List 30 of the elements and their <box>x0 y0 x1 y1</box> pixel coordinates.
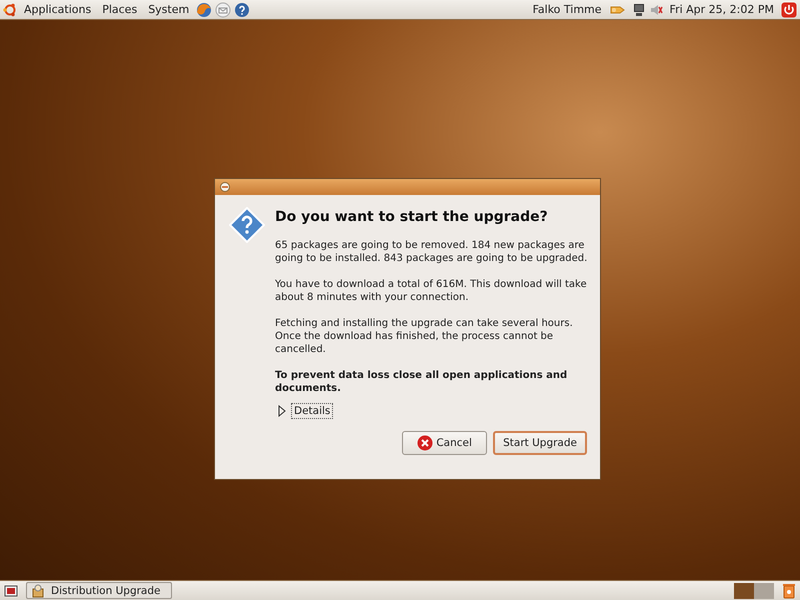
help-icon[interactable] <box>234 2 250 18</box>
collapsed-triangle-icon[interactable] <box>277 405 287 417</box>
menu-item[interactable]: Applications <box>20 3 96 16</box>
dialog-button[interactable]: Cancel <box>402 431 488 455</box>
app-icon <box>219 181 231 193</box>
menu-item[interactable]: System <box>144 3 194 16</box>
question-icon <box>229 207 265 243</box>
user-name[interactable]: Falko Timme <box>528 3 606 16</box>
globe-icon[interactable] <box>196 2 212 18</box>
message-text: You have to download a total of 616M. This download will take about 8 minutes with your connection. <box>275 278 588 304</box>
dialog-button[interactable]: Start Upgrade <box>493 431 587 455</box>
workspace-switcher-item[interactable] <box>754 582 774 598</box>
message-text: 65 packages are going to be removed. 184 new packages are going to be installed. 843 packages are going to be upgraded. <box>275 239 588 265</box>
clock[interactable]: Fri Apr 25, 2:02 PM <box>666 3 778 16</box>
taskbar-button[interactable]: Distribution Upgrade <box>26 582 172 599</box>
details-expander[interactable]: Details <box>291 403 334 419</box>
cancel-icon <box>417 435 434 451</box>
ubuntu-logo-icon[interactable] <box>3 2 17 16</box>
show-desktop-icon[interactable] <box>4 584 18 598</box>
workspace-switcher-item[interactable] <box>734 582 754 598</box>
trash-icon[interactable] <box>782 582 796 598</box>
envelope-icon[interactable] <box>215 2 232 18</box>
message-text: Fetching and installing the upgrade can take several hours. Once the download has finished, the process cannot be cancelled. <box>275 317 574 356</box>
dialog-heading: Do you want to start the upgrade? <box>275 209 549 225</box>
menu-item[interactable]: Places <box>98 3 142 16</box>
package-icon <box>31 584 45 598</box>
message-text: To prevent data loss close all open applications and documents. <box>275 369 568 395</box>
speaker-icon[interactable] <box>648 2 663 16</box>
network-computer-icon[interactable] <box>632 2 646 16</box>
power-icon[interactable] <box>781 2 797 18</box>
